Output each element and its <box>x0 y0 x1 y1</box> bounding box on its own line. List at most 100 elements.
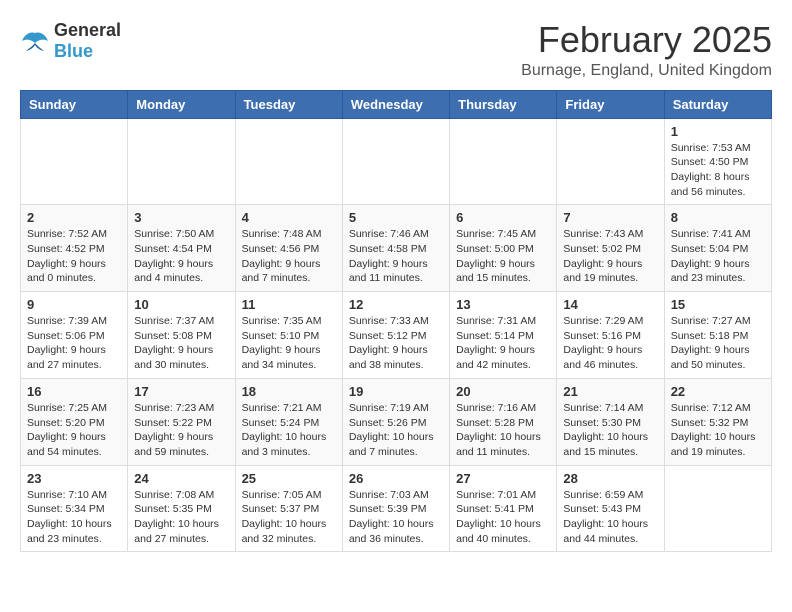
day-info: Sunrise: 7:37 AM Sunset: 5:08 PM Dayligh… <box>134 314 228 373</box>
weekday-header-row: SundayMondayTuesdayWednesdayThursdayFrid… <box>21 90 772 118</box>
day-info: Sunrise: 7:16 AM Sunset: 5:28 PM Dayligh… <box>456 401 550 460</box>
calendar-cell: 1 Sunrise: 7:53 AM Sunset: 4:50 PM Daylig… <box>664 118 771 205</box>
calendar-cell <box>21 118 128 205</box>
weekday-header-wednesday: Wednesday <box>342 90 449 118</box>
calendar-cell: 10 Sunrise: 7:37 AM Sunset: 5:08 PM Dayli… <box>128 292 235 379</box>
day-number: 12 <box>349 297 443 312</box>
day-number: 19 <box>349 384 443 399</box>
day-number: 13 <box>456 297 550 312</box>
calendar-cell: 20Sunrise: 7:16 AM Sunset: 5:28 PM Dayli… <box>450 378 557 465</box>
calendar-cell: 19 Sunrise: 7:19 AM Sunset: 5:26 PM Dayli… <box>342 378 449 465</box>
calendar-table: SundayMondayTuesdayWednesdayThursdayFrid… <box>20 90 772 553</box>
calendar-cell <box>664 465 771 552</box>
calendar-cell: 18 Sunrise: 7:21 AM Sunset: 5:24 PM Dayli… <box>235 378 342 465</box>
day-number: 27 <box>456 471 550 486</box>
calendar-cell: 11 Sunrise: 7:35 AM Sunset: 5:10 PM Dayli… <box>235 292 342 379</box>
day-number: 2 <box>27 210 121 225</box>
calendar-cell <box>128 118 235 205</box>
day-info: Sunrise: 7:14 AM Sunset: 5:30 PM Dayligh… <box>563 401 657 460</box>
calendar-cell: 23 Sunrise: 7:10 AM Sunset: 5:34 PM Dayli… <box>21 465 128 552</box>
calendar-cell: 7Sunrise: 7:43 AM Sunset: 5:02 PM Daylig… <box>557 205 664 292</box>
day-number: 3 <box>134 210 228 225</box>
day-number: 16 <box>27 384 121 399</box>
weekday-header-monday: Monday <box>128 90 235 118</box>
calendar-cell: 25Sunrise: 7:05 AM Sunset: 5:37 PM Dayli… <box>235 465 342 552</box>
calendar-week-row: 9 Sunrise: 7:39 AM Sunset: 5:06 PM Daylig… <box>21 292 772 379</box>
day-info: Sunrise: 7:10 AM Sunset: 5:34 PM Dayligh… <box>27 488 121 547</box>
day-info: Sunrise: 7:25 AM Sunset: 5:20 PM Dayligh… <box>27 401 121 460</box>
day-info: Sunrise: 6:59 AM Sunset: 5:43 PM Dayligh… <box>563 488 657 547</box>
calendar-cell: 14 Sunrise: 7:29 AM Sunset: 5:16 PM Dayli… <box>557 292 664 379</box>
logo-bird-icon <box>20 29 50 53</box>
calendar-cell <box>557 118 664 205</box>
location-subtitle: Burnage, England, United Kingdom <box>521 62 772 80</box>
day-info: Sunrise: 7:08 AM Sunset: 5:35 PM Dayligh… <box>134 488 228 547</box>
calendar-week-row: 2Sunrise: 7:52 AM Sunset: 4:52 PM Daylig… <box>21 205 772 292</box>
title-area: February 2025 Burnage, England, United K… <box>521 20 772 80</box>
header: General Blue February 2025 Burnage, Engl… <box>20 20 772 80</box>
day-number: 23 <box>27 471 121 486</box>
day-info: Sunrise: 7:12 AM Sunset: 5:32 PM Dayligh… <box>671 401 765 460</box>
day-number: 17 <box>134 384 228 399</box>
logo-general: General <box>54 20 121 40</box>
day-info: Sunrise: 7:33 AM Sunset: 5:12 PM Dayligh… <box>349 314 443 373</box>
weekday-header-thursday: Thursday <box>450 90 557 118</box>
calendar-cell: 15 Sunrise: 7:27 AM Sunset: 5:18 PM Dayli… <box>664 292 771 379</box>
calendar-cell: 5 Sunrise: 7:46 AM Sunset: 4:58 PM Daylig… <box>342 205 449 292</box>
weekday-header-friday: Friday <box>557 90 664 118</box>
day-number: 1 <box>671 124 765 139</box>
month-title: February 2025 <box>521 20 772 60</box>
day-info: Sunrise: 7:45 AM Sunset: 5:00 PM Dayligh… <box>456 227 550 286</box>
calendar-cell: 22Sunrise: 7:12 AM Sunset: 5:32 PM Dayli… <box>664 378 771 465</box>
weekday-header-saturday: Saturday <box>664 90 771 118</box>
day-info: Sunrise: 7:31 AM Sunset: 5:14 PM Dayligh… <box>456 314 550 373</box>
day-number: 9 <box>27 297 121 312</box>
calendar-cell: 16 Sunrise: 7:25 AM Sunset: 5:20 PM Dayli… <box>21 378 128 465</box>
day-info: Sunrise: 7:39 AM Sunset: 5:06 PM Dayligh… <box>27 314 121 373</box>
calendar-cell: 2Sunrise: 7:52 AM Sunset: 4:52 PM Daylig… <box>21 205 128 292</box>
day-info: Sunrise: 7:35 AM Sunset: 5:10 PM Dayligh… <box>242 314 336 373</box>
calendar-week-row: 23 Sunrise: 7:10 AM Sunset: 5:34 PM Dayli… <box>21 465 772 552</box>
day-info: Sunrise: 7:21 AM Sunset: 5:24 PM Dayligh… <box>242 401 336 460</box>
calendar-cell: 8 Sunrise: 7:41 AM Sunset: 5:04 PM Daylig… <box>664 205 771 292</box>
day-info: Sunrise: 7:29 AM Sunset: 5:16 PM Dayligh… <box>563 314 657 373</box>
day-number: 5 <box>349 210 443 225</box>
day-info: Sunrise: 7:27 AM Sunset: 5:18 PM Dayligh… <box>671 314 765 373</box>
calendar-cell <box>342 118 449 205</box>
weekday-header-tuesday: Tuesday <box>235 90 342 118</box>
calendar-cell: 26 Sunrise: 7:03 AM Sunset: 5:39 PM Dayli… <box>342 465 449 552</box>
day-info: Sunrise: 7:43 AM Sunset: 5:02 PM Dayligh… <box>563 227 657 286</box>
calendar-week-row: 16 Sunrise: 7:25 AM Sunset: 5:20 PM Dayli… <box>21 378 772 465</box>
day-number: 26 <box>349 471 443 486</box>
day-info: Sunrise: 7:19 AM Sunset: 5:26 PM Dayligh… <box>349 401 443 460</box>
calendar-cell: 13 Sunrise: 7:31 AM Sunset: 5:14 PM Dayli… <box>450 292 557 379</box>
day-info: Sunrise: 7:48 AM Sunset: 4:56 PM Dayligh… <box>242 227 336 286</box>
day-info: Sunrise: 7:50 AM Sunset: 4:54 PM Dayligh… <box>134 227 228 286</box>
day-number: 10 <box>134 297 228 312</box>
day-info: Sunrise: 7:03 AM Sunset: 5:39 PM Dayligh… <box>349 488 443 547</box>
day-info: Sunrise: 7:46 AM Sunset: 4:58 PM Dayligh… <box>349 227 443 286</box>
weekday-header-sunday: Sunday <box>21 90 128 118</box>
day-number: 15 <box>671 297 765 312</box>
calendar-cell: 24 Sunrise: 7:08 AM Sunset: 5:35 PM Dayli… <box>128 465 235 552</box>
calendar-cell: 6Sunrise: 7:45 AM Sunset: 5:00 PM Daylig… <box>450 205 557 292</box>
day-number: 18 <box>242 384 336 399</box>
day-number: 11 <box>242 297 336 312</box>
day-number: 4 <box>242 210 336 225</box>
calendar-cell: 4 Sunrise: 7:48 AM Sunset: 4:56 PM Daylig… <box>235 205 342 292</box>
day-info: Sunrise: 7:41 AM Sunset: 5:04 PM Dayligh… <box>671 227 765 286</box>
day-number: 21 <box>563 384 657 399</box>
calendar-cell <box>235 118 342 205</box>
calendar-cell <box>450 118 557 205</box>
day-number: 28 <box>563 471 657 486</box>
logo-text: General Blue <box>54 20 121 62</box>
calendar-cell: 17Sunrise: 7:23 AM Sunset: 5:22 PM Dayli… <box>128 378 235 465</box>
day-info: Sunrise: 7:53 AM Sunset: 4:50 PM Dayligh… <box>671 141 765 200</box>
day-number: 8 <box>671 210 765 225</box>
day-number: 25 <box>242 471 336 486</box>
calendar-cell: 21 Sunrise: 7:14 AM Sunset: 5:30 PM Dayli… <box>557 378 664 465</box>
day-number: 14 <box>563 297 657 312</box>
calendar-cell: 28 Sunrise: 6:59 AM Sunset: 5:43 PM Dayli… <box>557 465 664 552</box>
calendar-cell: 9 Sunrise: 7:39 AM Sunset: 5:06 PM Daylig… <box>21 292 128 379</box>
day-number: 24 <box>134 471 228 486</box>
